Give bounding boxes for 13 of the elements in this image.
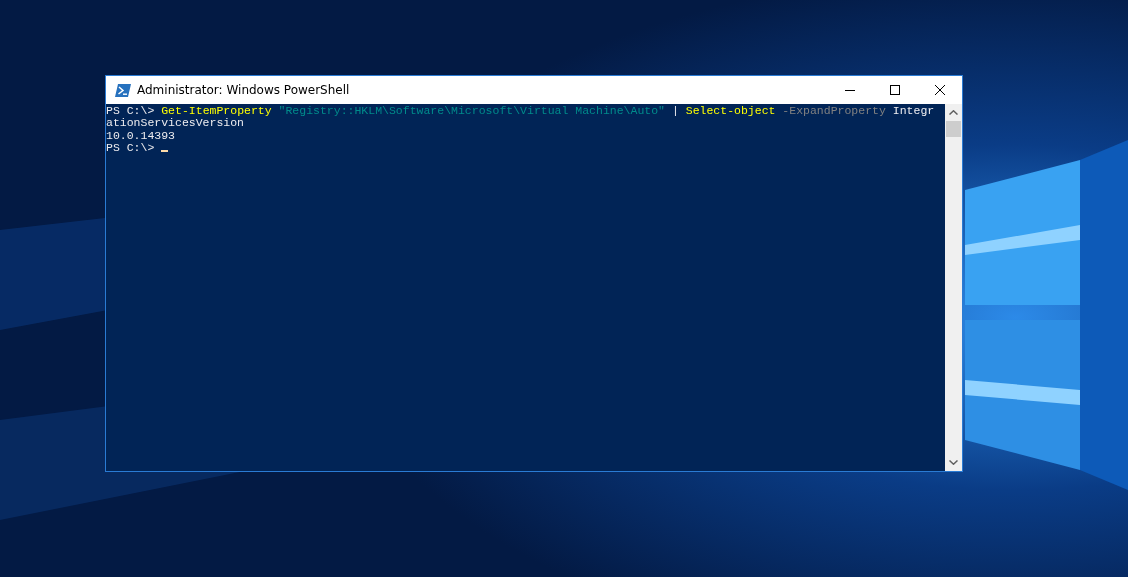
console-line: PS C:\> Get-ItemProperty "Registry::HKLM\Software\Microsoft\Virtual Machine\Auto" | Select-object -ExpandProperty Integr: [106, 104, 935, 117]
scrollbar[interactable]: [945, 104, 962, 471]
console-line: PS C:\>: [106, 140, 156, 154]
scroll-thumb[interactable]: [946, 121, 961, 137]
close-icon: [934, 85, 945, 95]
scroll-down-icon: [949, 460, 958, 465]
maximize-icon: [889, 85, 900, 95]
minimize-icon: [844, 89, 855, 91]
window-title: Administrator: Windows PowerShell: [137, 83, 351, 97]
scroll-up-icon: [949, 110, 958, 115]
powershell-icon: [115, 83, 131, 97]
console-line: 10.0.14393: [106, 128, 175, 142]
console-line: ationServicesVersion: [106, 116, 245, 130]
